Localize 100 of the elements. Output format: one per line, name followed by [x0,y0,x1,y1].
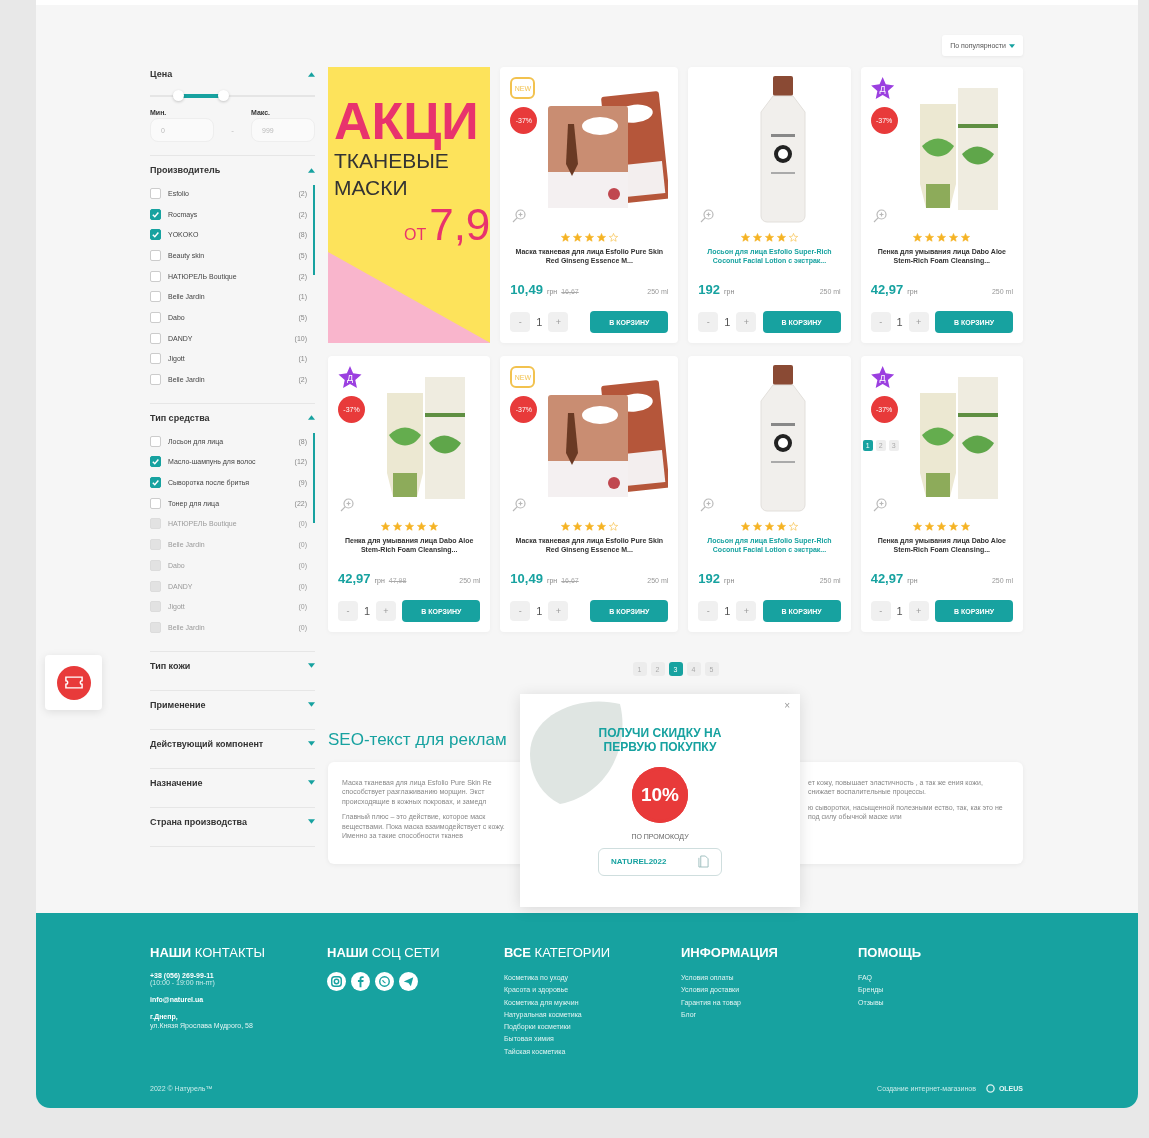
increase-button[interactable]: + [736,601,757,621]
checkbox[interactable] [150,249,161,261]
filter-title[interactable]: Цена [150,69,173,79]
star-icon [937,233,947,242]
discount-badge: 10% [632,766,688,823]
caret-icon[interactable] [308,702,315,708]
zoom-icon[interactable] [872,498,887,512]
caret-icon[interactable] [308,415,315,421]
decrease-button[interactable]: - [698,312,719,332]
star-icon [572,233,582,242]
increase-button[interactable]: + [548,601,569,621]
price-range-slider[interactable] [150,89,315,103]
decrease-button[interactable]: - [870,312,891,332]
price: 10,49 [510,571,543,586]
star-icon [584,233,594,242]
close-button[interactable]: × [782,700,792,711]
star-icon [925,233,935,242]
ticket-icon [56,665,91,700]
star-icon [392,522,402,531]
scrollbar[interactable] [313,185,315,275]
checkbox[interactable] [150,208,161,220]
caret-icon[interactable] [308,167,315,173]
increase-button[interactable]: + [736,312,757,332]
star-icon [913,522,923,531]
coupon-widget[interactable] [45,655,102,710]
banner-subtitle: ТКАНЕВЫЕ [334,149,449,174]
quantity[interactable]: 1 [718,605,737,617]
zoom-icon[interactable] [512,209,527,223]
quantity[interactable]: 1 [718,316,737,328]
promo-code-field[interactable]: NATUREL2022 [598,847,722,876]
checkbox[interactable] [150,291,161,303]
checkbox[interactable] [150,374,161,386]
checkbox[interactable] [150,229,161,241]
star-icon [765,522,774,531]
scrollbar[interactable] [313,432,315,523]
star-icon [608,233,618,242]
checkbox[interactable] [150,477,161,489]
zoom-icon[interactable] [700,498,715,512]
zoom-icon[interactable] [340,498,354,512]
caret-icon[interactable] [308,741,315,747]
price: 42,97 [870,571,904,586]
camera-icon[interactable] [327,972,346,991]
decrease-button[interactable]: - [510,601,531,621]
filter-title[interactable]: Назначение [150,777,203,788]
checkbox[interactable] [150,497,161,509]
star-icon [572,522,582,531]
quantity[interactable]: 1 [358,605,376,617]
filter-title[interactable]: Тип кожи [150,660,191,671]
decrease-button[interactable]: - [338,601,358,621]
quantity[interactable]: 1 [890,316,909,328]
facebook-icon[interactable] [351,972,370,991]
star-icon [380,522,390,531]
filter-title[interactable]: Применение [150,699,206,710]
range-dash: - [231,126,234,137]
checkbox[interactable] [150,332,161,344]
checkbox[interactable] [150,456,161,468]
copy-icon[interactable] [698,855,709,869]
star-icon [608,522,618,531]
checkbox[interactable] [150,311,161,323]
banner-price: 7,9 [429,199,491,250]
star-icon [416,522,426,531]
paper-plane-icon[interactable] [399,972,418,991]
footer-heading: ИНФОРМАЦИЯ [681,945,779,960]
caret-icon[interactable] [308,663,315,669]
checkbox[interactable] [150,187,161,199]
caret-icon [1009,43,1015,48]
promo-banner[interactable]: АКЦИ ТКАНЕВЫЕ МАСКИ ОТ 7,9 [328,67,491,343]
decrease-button[interactable]: - [510,312,531,332]
star-icon [428,522,438,531]
increase-button[interactable]: + [908,601,929,621]
filter-title[interactable]: Страна производства [150,816,247,827]
zoom-icon[interactable] [700,209,715,223]
caret-icon[interactable] [308,71,315,77]
star-icon [596,233,606,242]
star-icon [961,522,971,531]
star-icon [584,522,594,531]
quantity[interactable]: 1 [530,316,549,328]
star-icon [777,522,786,531]
checkbox[interactable] [150,435,161,447]
decrease-button[interactable]: - [698,601,719,621]
quantity[interactable]: 1 [530,605,549,617]
zoom-icon[interactable] [872,209,887,223]
checkbox[interactable] [150,270,161,282]
filter-title[interactable]: Действующий компонент [150,738,264,749]
caret-icon[interactable] [308,780,315,786]
checkbox[interactable] [150,353,161,365]
quantity[interactable]: 1 [890,605,909,617]
increase-button[interactable]: + [376,601,396,621]
increase-button[interactable]: + [548,312,569,332]
seo-title: SEO-текст для реклам [328,730,507,750]
phone-icon[interactable] [375,972,394,991]
zoom-icon[interactable] [512,498,527,512]
star-badge: Д [870,366,895,390]
star-icon [560,233,570,242]
filter-title[interactable]: Тип средства [150,412,210,423]
price: 10,49 [510,282,543,297]
caret-icon[interactable] [308,819,315,825]
filter-title[interactable]: Производитель [150,165,221,175]
decrease-button[interactable]: - [870,601,891,621]
increase-button[interactable]: + [908,312,929,332]
